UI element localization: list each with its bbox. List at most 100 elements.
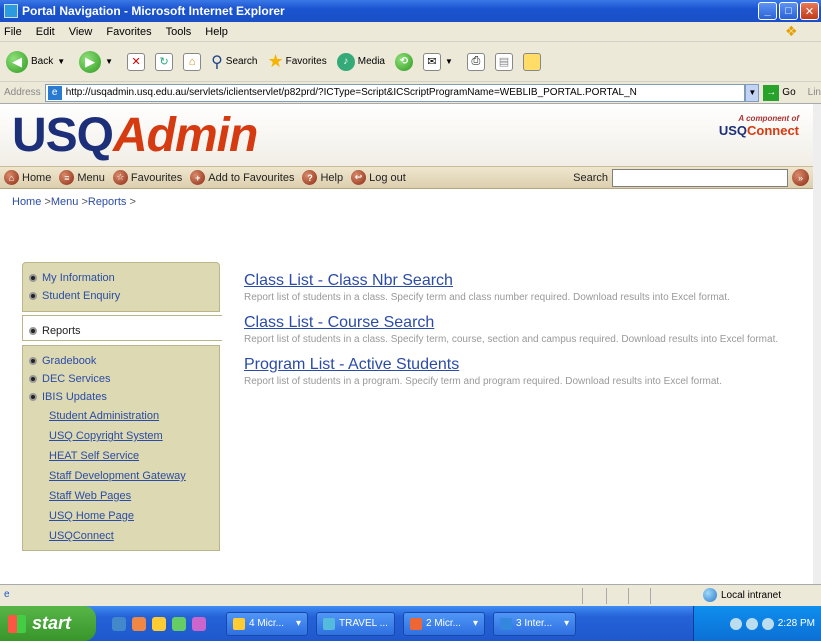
forward-button[interactable]: ▶ ▼ <box>79 50 117 73</box>
breadcrumb-menu[interactable]: Menu <box>51 196 79 208</box>
nav-logout[interactable]: ↩ Log out <box>351 170 406 185</box>
report-item: Class List - Class Nbr Search Report lis… <box>244 272 804 304</box>
search-button[interactable]: ⚲ Search <box>211 52 257 72</box>
taskbar-item[interactable]: 4 Micr... ▾ <box>226 611 309 636</box>
start-button[interactable]: start <box>0 606 96 641</box>
quick-launch-icon[interactable] <box>172 616 186 631</box>
address-input[interactable]: e http://usqadmin.usq.edu.au/servlets/ic… <box>44 83 746 102</box>
sidebar-item-dec-services[interactable]: DEC Services <box>29 370 219 388</box>
menu-icon: ≡ <box>59 170 75 185</box>
link-student-administration[interactable]: Student Administration <box>29 406 219 426</box>
address-label: Address <box>4 87 41 98</box>
sidebar-item-reports[interactable]: Reports <box>22 315 222 341</box>
address-bar: Address e http://usqadmin.usq.edu.au/ser… <box>0 82 821 104</box>
menu-favorites[interactable]: Favorites <box>106 26 151 38</box>
minimize-button[interactable]: _ <box>758 2 777 20</box>
breadcrumb-home[interactable]: Home <box>12 196 41 208</box>
vertical-scrollbar[interactable] <box>813 104 821 584</box>
security-zone: Local intranet <box>702 588 781 602</box>
home-button[interactable]: ⌂ <box>183 52 202 71</box>
maximize-button[interactable]: □ <box>779 2 798 20</box>
status-divider <box>628 588 629 604</box>
stop-button[interactable]: ✕ <box>127 52 146 71</box>
close-button[interactable]: ✕ <box>800 2 819 20</box>
edit-icon: ▤ <box>494 52 513 71</box>
sidebar-bottom-group: Gradebook DEC Services IBIS Updates Stud… <box>22 345 220 551</box>
sidebar-item-my-information[interactable]: My Information <box>29 269 219 287</box>
taskbar-item[interactable]: 2 Micr... ▾ <box>402 611 485 636</box>
address-dropdown-icon[interactable]: ▼ <box>745 83 760 102</box>
windows-flag-icon <box>8 614 26 633</box>
menu-help[interactable]: Help <box>205 26 228 38</box>
window-title: Portal Navigation - Microsoft Internet E… <box>22 4 285 18</box>
history-icon: ⟲ <box>395 52 413 71</box>
add-favourite-icon: + <box>190 170 206 185</box>
link-usqconnect[interactable]: USQConnect <box>29 526 219 546</box>
menu-edit[interactable]: Edit <box>36 26 55 38</box>
menu-bar: File Edit View Favorites Tools Help ❖ <box>0 22 821 42</box>
back-button[interactable]: ◀ Back ▼ <box>6 50 69 73</box>
report-link-class-nbr-search[interactable]: Class List - Class Nbr Search <box>244 272 804 290</box>
tray-icon[interactable] <box>745 617 758 630</box>
menu-view[interactable]: View <box>69 26 93 38</box>
mail-icon: ✉ <box>423 52 441 71</box>
sidebar-item-student-enquiry[interactable]: Student Enquiry <box>29 287 219 305</box>
link-staff-development-gateway[interactable]: Staff Development Gateway <box>29 466 219 486</box>
links-label[interactable]: Lin <box>808 87 821 98</box>
media-icon: ♪ <box>336 52 355 71</box>
menu-tools[interactable]: Tools <box>166 26 192 38</box>
taskbar-item[interactable]: 3 Inter... ▾ <box>493 611 577 636</box>
sidebar-item-ibis-updates[interactable]: IBIS Updates <box>29 388 219 406</box>
search-input[interactable] <box>612 168 788 187</box>
breadcrumb-reports[interactable]: Reports <box>88 196 127 208</box>
globe-icon <box>702 588 717 602</box>
home-icon: ⌂ <box>4 170 19 185</box>
nav-favourites[interactable]: ☆ Favourites <box>112 170 182 185</box>
edit-button[interactable]: ▤ <box>494 52 513 71</box>
bullet-icon <box>29 292 37 300</box>
report-link-program-active-students[interactable]: Program List - Active Students <box>244 356 804 374</box>
nav-home[interactable]: ⌂ Home <box>4 170 51 185</box>
nav-menu[interactable]: ≡ Menu <box>59 170 105 185</box>
link-usq-copyright-system[interactable]: USQ Copyright System <box>29 426 219 446</box>
sidebar-item-gradebook[interactable]: Gradebook <box>29 352 219 370</box>
app-icon <box>500 617 512 630</box>
quick-launch-icon[interactable] <box>152 616 166 631</box>
taskbar-item[interactable]: TRAVEL ... <box>316 611 395 636</box>
favourites-icon: ☆ <box>112 170 128 185</box>
print-button[interactable]: ⎙ <box>466 52 485 71</box>
quick-launch-icon[interactable] <box>112 616 126 631</box>
clock[interactable]: 2:28 PM <box>778 618 815 629</box>
search-go-icon[interactable]: » <box>792 169 809 186</box>
quick-launch-icon[interactable] <box>132 616 146 631</box>
page-status-icon: e <box>4 588 10 600</box>
chevron-down-icon: ▾ <box>564 618 570 629</box>
tray-icon[interactable] <box>729 617 742 630</box>
refresh-button[interactable]: ↻ <box>155 52 174 71</box>
report-item: Program List - Active Students Report li… <box>244 356 804 388</box>
nav-help[interactable]: ? Help <box>302 170 343 185</box>
chevron-down-icon: ▼ <box>445 57 453 66</box>
media-button[interactable]: ♪ Media <box>336 52 385 71</box>
help-icon: ? <box>302 170 318 185</box>
logout-icon: ↩ <box>351 170 367 185</box>
history-button[interactable]: ⟲ <box>395 52 413 71</box>
mail-button[interactable]: ✉ ▼ <box>423 52 457 71</box>
report-link-course-search[interactable]: Class List - Course Search <box>244 314 804 332</box>
folder-button[interactable] <box>522 52 541 71</box>
back-arrow-icon: ◀ <box>6 50 28 73</box>
link-heat-self-service[interactable]: HEAT Self Service <box>29 446 219 466</box>
portal-nav-bar: ⌂ Home ≡ Menu ☆ Favourites + Add to Favourit… <box>0 166 813 189</box>
go-button[interactable]: → Go <box>763 84 796 101</box>
folder-icon <box>522 52 541 71</box>
link-usq-home-page[interactable]: USQ Home Page <box>29 506 219 526</box>
quick-launch-icon[interactable] <box>192 616 206 631</box>
title-bar[interactable]: Portal Navigation - Microsoft Internet E… <box>0 0 821 22</box>
nav-add-favourites[interactable]: + Add to Favourites <box>190 170 294 185</box>
report-item: Class List - Course Search Report list o… <box>244 314 804 346</box>
usqconnect-logo[interactable]: A component of USQConnect <box>719 114 799 138</box>
favorites-button[interactable]: ★ Favorites <box>267 51 326 72</box>
link-staff-web-pages[interactable]: Staff Web Pages <box>29 486 219 506</box>
menu-file[interactable]: File <box>4 26 22 38</box>
tray-icon[interactable] <box>761 617 774 630</box>
